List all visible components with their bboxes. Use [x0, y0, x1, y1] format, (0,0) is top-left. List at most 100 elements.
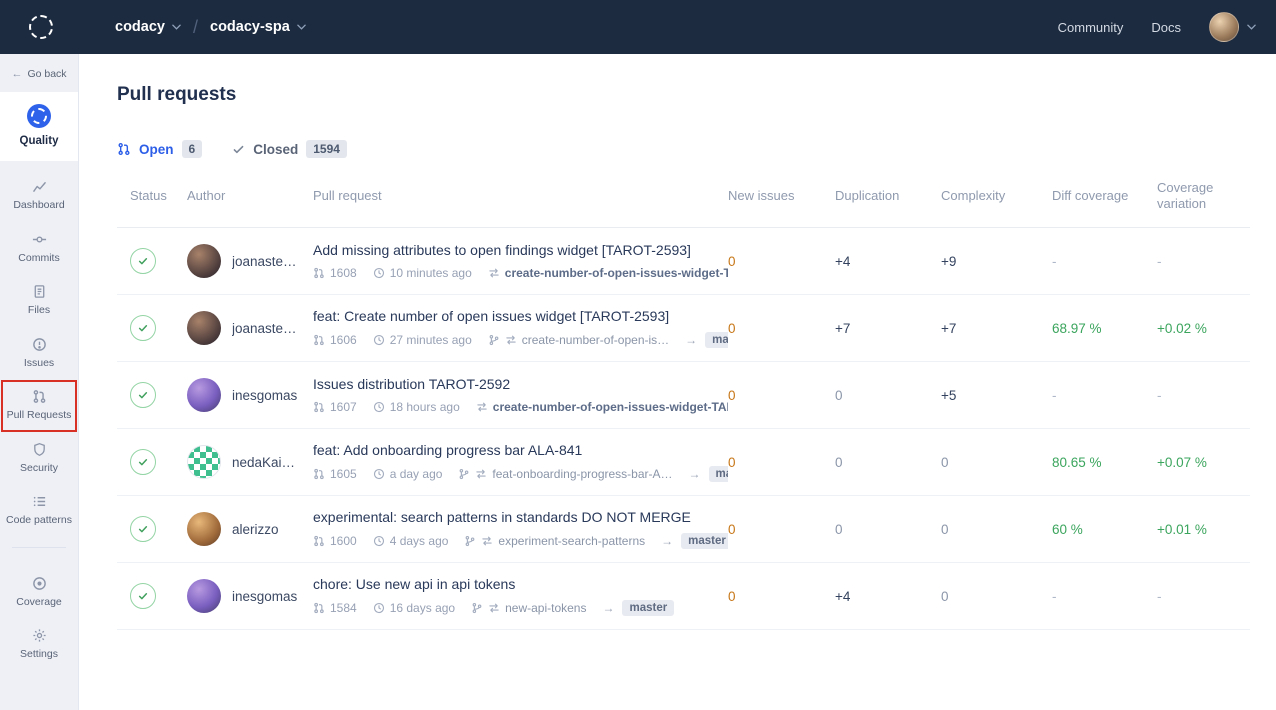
pull-request-title[interactable]: experimental: search patterns in standar… [313, 509, 704, 525]
pr-age: 18 hours ago [390, 400, 460, 414]
org-name: codacy [115, 19, 165, 35]
clock-icon [373, 468, 385, 480]
tab-closed[interactable]: Closed 1594 [232, 140, 347, 158]
pr-age: a day ago [390, 467, 443, 481]
arrow-right-icon: → [602, 601, 614, 615]
pr-age: 10 minutes ago [390, 266, 472, 280]
author-name: inesgomas [232, 589, 297, 604]
pr-number: 1600 [330, 534, 357, 548]
sidebar-quality[interactable]: Quality [0, 92, 78, 161]
pull-request-title[interactable]: Issues distribution TAROT-2592 [313, 376, 704, 392]
complexity-value: 0 [941, 522, 1052, 537]
status-cell [117, 449, 187, 475]
pull-request-title[interactable]: Add missing attributes to open findings … [313, 242, 704, 258]
author-avatar [187, 378, 221, 412]
codacy-logo[interactable] [27, 13, 55, 41]
go-back-button[interactable]: ← Go back [0, 54, 78, 92]
codacy-logo-ring [29, 15, 53, 39]
tab-open[interactable]: Open 6 [117, 140, 202, 158]
pull-request-meta: 1606 27 minutes ago create-number-of-ope… [313, 332, 704, 348]
git-compare-icon [505, 334, 517, 346]
branch-name[interactable]: create-number-of-open-issues-widget-TARO… [493, 400, 728, 414]
sidebar-item-settings[interactable]: Settings [2, 620, 76, 670]
branch-name[interactable]: experiment-search-patterns [498, 534, 645, 548]
sidebar-item-coverage[interactable]: Coverage [2, 568, 76, 618]
pull-request-title[interactable]: chore: Use new api in api tokens [313, 576, 704, 592]
duplication-value: 0 [835, 388, 941, 403]
pull-request-icon [313, 267, 325, 279]
status-success-icon [130, 248, 156, 274]
org-switcher[interactable]: codacy [115, 19, 181, 35]
table-row[interactable]: alerizzo experimental: search patterns i… [117, 496, 1250, 563]
arrow-right-icon: → [689, 467, 701, 481]
pull-request-title[interactable]: feat: Create number of open issues widge… [313, 308, 704, 324]
pull-request-cell: experimental: search patterns in standar… [313, 509, 728, 549]
author-avatar [187, 579, 221, 613]
repo-switcher[interactable]: codacy-spa [210, 19, 306, 35]
coverage-variation-value: - [1157, 388, 1250, 403]
arrow-right-icon: → [685, 333, 697, 347]
community-link[interactable]: Community [1058, 20, 1124, 35]
table-row[interactable]: nedaKai… feat: Add onboarding progress b… [117, 429, 1250, 496]
table-row[interactable]: joanaste… Add missing attributes to open… [117, 228, 1250, 295]
author-name: inesgomas [232, 388, 297, 403]
status-cell [117, 248, 187, 274]
docs-link[interactable]: Docs [1151, 20, 1181, 35]
table-row[interactable]: inesgomas chore: Use new api in api toke… [117, 563, 1250, 630]
complexity-value: +9 [941, 254, 1052, 269]
new-issues-value: 0 [728, 321, 835, 336]
branch-name[interactable]: feat-onboarding-progress-bar-A… [492, 467, 672, 481]
sidebar-item-files[interactable]: Files [2, 276, 76, 326]
user-menu[interactable] [1209, 12, 1256, 42]
pr-age: 4 days ago [390, 534, 449, 548]
pull-request-meta: 1584 16 days ago new-api-tokens → master [313, 600, 704, 616]
branch-name[interactable]: create-number-of-open-issues-widget-TARO… [505, 266, 728, 280]
diff-coverage-value: - [1052, 388, 1157, 403]
new-issues-value: 0 [728, 388, 835, 403]
git-branch-icon [464, 535, 476, 547]
table-row[interactable]: inesgomas Issues distribution TAROT-2592… [117, 362, 1250, 429]
pull-request-icon [313, 334, 325, 346]
sidebar-item-dashboard[interactable]: Dashboard [2, 171, 76, 221]
coverage-variation-value: +0.01 % [1157, 522, 1250, 537]
chevron-down-icon [1247, 24, 1256, 30]
quality-label: Quality [20, 135, 59, 147]
clock-icon [373, 267, 385, 279]
sidebar-item-issues[interactable]: Issues [2, 329, 76, 379]
status-success-icon [130, 449, 156, 475]
branch-name[interactable]: create-number-of-open-is… [522, 333, 669, 347]
sidebar-item-security[interactable]: Security [2, 434, 76, 484]
author-name: joanaste… [232, 321, 297, 336]
sidebar-nav: Dashboard Commits Files Issues Pull Requ… [0, 161, 78, 539]
sidebar-item-pull-requests[interactable]: Pull Requests [2, 381, 76, 431]
code-patterns-icon [32, 494, 47, 509]
complexity-value: 0 [941, 455, 1052, 470]
author-cell: joanaste… [187, 311, 313, 345]
sidebar-item-commits[interactable]: Commits [2, 224, 76, 274]
table-row[interactable]: joanaste… feat: Create number of open is… [117, 295, 1250, 362]
clock-icon [373, 401, 385, 413]
commits-icon [32, 232, 47, 247]
pull-request-icon [313, 535, 325, 547]
pull-request-title[interactable]: feat: Add onboarding progress bar ALA-84… [313, 442, 704, 458]
target-branch-badge: master [709, 466, 728, 482]
header-duplication: Duplication [835, 188, 941, 204]
quality-icon [27, 104, 51, 128]
pull-request-icon [117, 142, 131, 156]
duplication-value: +4 [835, 254, 941, 269]
header-coverage-variation: Coverage variation [1157, 180, 1250, 211]
branch-name[interactable]: new-api-tokens [505, 601, 586, 615]
breadcrumb-separator: / [193, 17, 198, 38]
git-compare-icon [475, 468, 487, 480]
diff-coverage-value: - [1052, 589, 1157, 604]
table-body: joanaste… Add missing attributes to open… [117, 228, 1250, 630]
git-branch-icon [471, 602, 483, 614]
header-diff-coverage: Diff coverage [1052, 188, 1157, 204]
sidebar-item-code-patterns[interactable]: Code patterns [2, 486, 76, 536]
dashboard-icon [32, 179, 47, 194]
pull-request-cell: feat: Add onboarding progress bar ALA-84… [313, 442, 728, 482]
new-issues-value: 0 [728, 455, 835, 470]
author-cell: nedaKai… [187, 445, 313, 479]
header-pull-request: Pull request [313, 188, 728, 204]
author-name: alerizzo [232, 522, 279, 537]
